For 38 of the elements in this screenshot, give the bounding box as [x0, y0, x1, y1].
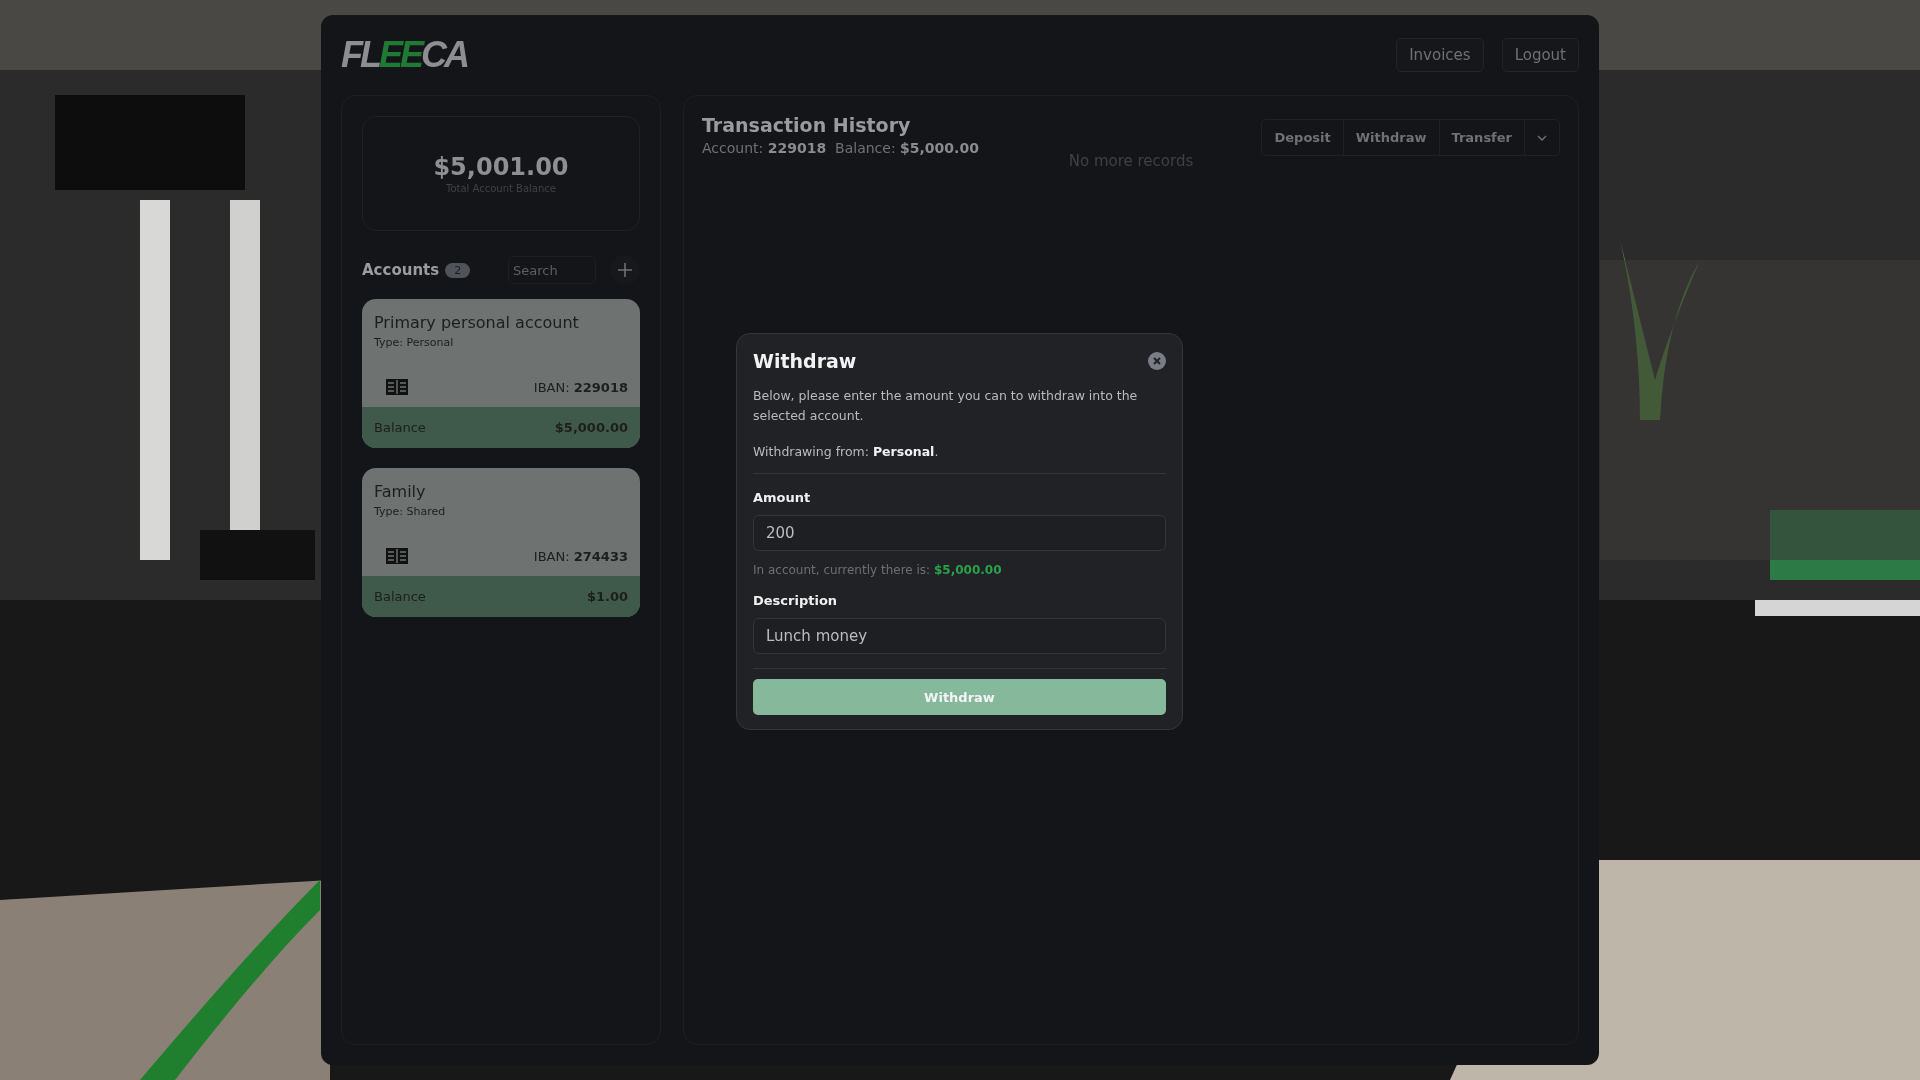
action-button[interactable]: Transfer	[1439, 120, 1525, 155]
account-type: Type: Shared	[374, 505, 446, 518]
description-field[interactable]: Lunch money	[753, 618, 1166, 654]
amount-field[interactable]: 200	[753, 515, 1166, 551]
close-icon[interactable]	[1148, 352, 1166, 370]
total-balance: $5,001.00	[433, 153, 569, 181]
balance-label: Balance	[374, 420, 426, 435]
count-badge: 2	[445, 262, 471, 278]
iban-text: IBAN: 274433	[533, 548, 628, 564]
account-summary-text: Account: 229018 Balance: $5,000.00	[702, 140, 979, 156]
source-account-text: Withdrawing from: Personal.	[753, 444, 1166, 474]
account-card[interactable]: Family Type: Shared IBAN: 274433 Balance $1.00	[362, 468, 640, 617]
card-chip-icon	[386, 548, 408, 564]
chevron-down-icon	[1537, 134, 1547, 141]
history-title: Transaction History	[702, 114, 912, 136]
plus-icon	[618, 263, 632, 277]
dialog-description: Below, please enter the amount you can to withdraw into the selected account.	[753, 387, 1139, 425]
field-label: Description	[753, 593, 839, 608]
balance-amount: $5,000.00	[554, 420, 628, 435]
card-chip-icon	[386, 379, 408, 395]
action-button[interactable]: Withdraw	[1343, 120, 1440, 155]
balance-amount: $1.00	[586, 589, 628, 604]
account-card[interactable]: Primary personal account Type: Personal IBAN: 229018 Balance $5,000.00	[362, 299, 640, 448]
withdraw-button[interactable]: Withdraw	[753, 679, 1166, 715]
dialog-title: Withdraw	[753, 350, 857, 372]
header-button[interactable]: Invoices	[1396, 38, 1484, 72]
available-balance-text: In account, currently there is: $5,000.00	[753, 563, 1003, 577]
accounts-title: Accounts	[362, 261, 440, 279]
search-field[interactable]: Search	[508, 256, 596, 284]
account-name: Primary personal account	[374, 313, 579, 332]
action-button[interactable]: Deposit	[1262, 120, 1344, 155]
field-label: Amount	[753, 490, 812, 505]
fleeca-logo: FLEECA	[341, 34, 467, 76]
iban-text: IBAN: 229018	[533, 379, 628, 395]
header-button[interactable]: Logout	[1501, 38, 1579, 72]
account-type: Type: Personal	[374, 336, 454, 349]
account-name: Family	[374, 482, 426, 501]
balance-label: Balance	[374, 589, 426, 604]
